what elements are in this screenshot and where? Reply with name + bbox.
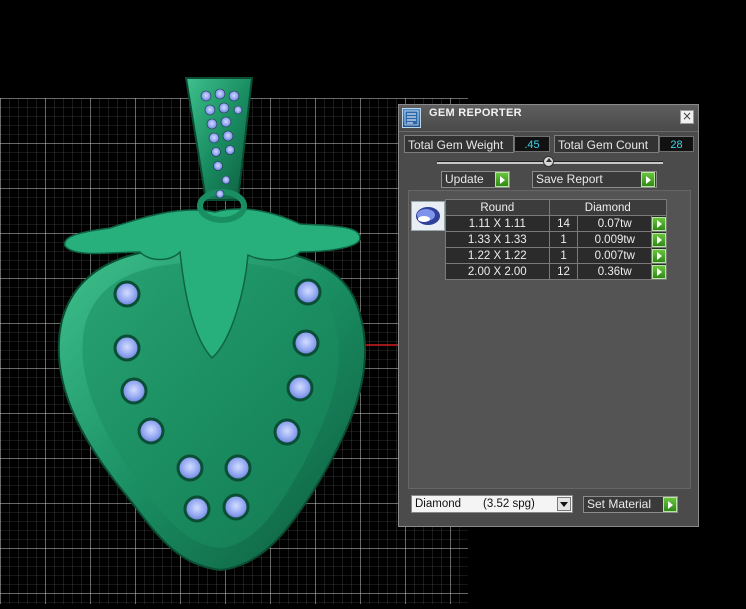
set-material-button-label: Set Material <box>587 497 652 511</box>
table-row: 2.00 X 2.00 12 0.36tw <box>445 263 667 280</box>
material-spg: (3.52 spg) <box>483 498 535 510</box>
play-arrow-icon[interactable] <box>652 232 666 247</box>
dropdown-arrow-icon[interactable] <box>557 497 571 511</box>
gem-weight: 0.36tw <box>577 263 652 280</box>
play-arrow-icon[interactable] <box>652 264 666 279</box>
gem-weight: 0.007tw <box>577 247 652 264</box>
row-go-cell <box>651 231 667 248</box>
play-arrow-icon[interactable] <box>652 216 666 231</box>
gem-reporter-icon <box>402 108 421 128</box>
material-dropdown[interactable]: Diamond (3.52 spg) <box>411 495 573 513</box>
total-gem-count-label: Total Gem Count <box>554 135 659 153</box>
play-arrow-icon[interactable] <box>652 248 666 263</box>
table-row: 1.22 X 1.22 1 0.007tw <box>445 247 667 264</box>
play-arrow-icon[interactable] <box>663 497 677 512</box>
round-gem-icon <box>411 201 445 231</box>
save-report-button-label: Save Report <box>536 172 603 186</box>
header-shape: Round <box>445 199 550 216</box>
header-material: Diamond <box>548 199 668 216</box>
row-go-cell <box>651 247 667 264</box>
gem-size: 1.11 X 1.11 <box>445 215 550 232</box>
panel-titlebar[interactable]: GEM REPORTER × <box>399 105 698 132</box>
gem-report-table: Round Diamond 1.11 X 1.11 14 0.07tw 1.33… <box>445 199 668 280</box>
gem-count: 12 <box>548 263 579 280</box>
update-button-label: Update <box>445 172 484 186</box>
gem-count: 1 <box>548 231 579 248</box>
table-header-row: Round Diamond <box>445 199 668 216</box>
table-row: 1.11 X 1.11 14 0.07tw <box>445 215 667 232</box>
gem-reporter-panel: GEM REPORTER × Total Gem Weight .45 Tota… <box>398 104 699 527</box>
gem-weight: 0.009tw <box>577 231 652 248</box>
gem-count: 14 <box>548 215 579 232</box>
material-name: Diamond <box>415 498 462 510</box>
gem-size: 2.00 X 2.00 <box>445 263 550 280</box>
gem-weight: 0.07tw <box>577 215 652 232</box>
play-arrow-icon[interactable] <box>495 172 509 187</box>
row-go-cell <box>651 263 667 280</box>
save-report-button[interactable]: Save Report <box>532 171 657 188</box>
panel-title: GEM REPORTER <box>429 107 522 119</box>
total-gem-count-value: 28 <box>659 136 694 152</box>
table-row: 1.33 X 1.33 1 0.009tw <box>445 231 667 248</box>
play-arrow-icon[interactable] <box>641 172 655 187</box>
total-gem-weight-label: Total Gem Weight <box>404 135 514 153</box>
gem-size: 1.22 X 1.22 <box>445 247 550 264</box>
gem-count: 1 <box>548 247 579 264</box>
total-gem-weight-value: .45 <box>514 136 550 152</box>
row-go-cell <box>651 215 667 232</box>
slider-handle[interactable] <box>543 156 554 167</box>
close-icon[interactable]: × <box>680 110 694 124</box>
report-area: Round Diamond 1.11 X 1.11 14 0.07tw 1.33… <box>408 190 691 489</box>
gem-size: 1.33 X 1.33 <box>445 231 550 248</box>
